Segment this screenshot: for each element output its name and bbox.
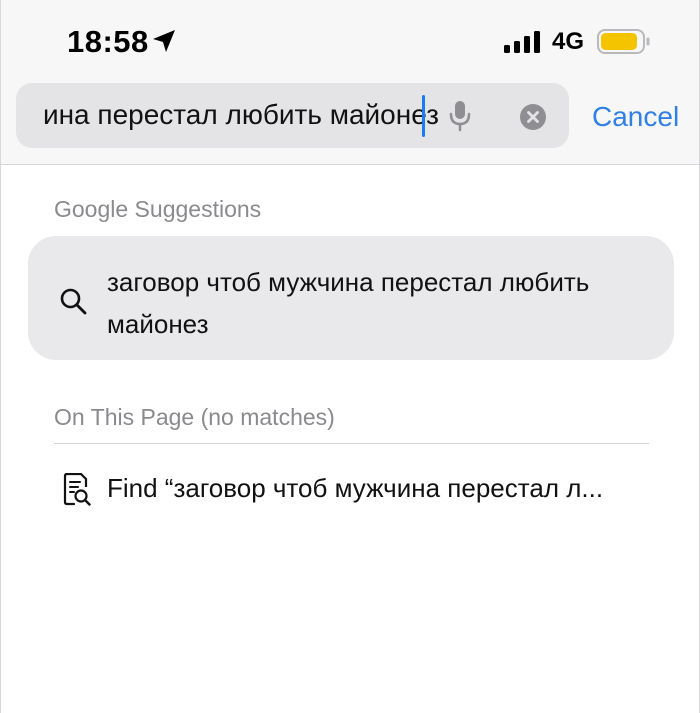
search-input[interactable]: ина перестал любить майонез (16, 83, 569, 148)
search-icon (60, 288, 87, 315)
status-time: 18:58 (67, 24, 149, 59)
status-bar: 18:58 4G (1, 0, 699, 75)
find-in-page-icon (63, 473, 91, 506)
clear-icon[interactable] (519, 103, 547, 131)
top-chrome: 18:58 4G ина перестал любить майонез Can… (1, 0, 699, 165)
suggestion-item[interactable]: заговор чтоб мужчина перестал любить май… (28, 236, 674, 360)
battery-icon (597, 29, 650, 54)
suggestion-text: заговор чтоб мужчина перестал любить май… (107, 267, 590, 339)
network-type-label: 4G (552, 28, 585, 55)
on-this-page-header: On This Page (no matches) (54, 404, 335, 430)
google-suggestions-header: Google Suggestions (54, 196, 262, 222)
location-arrow-icon (153, 30, 175, 52)
section-divider (54, 443, 649, 444)
battery-level-fill (601, 33, 637, 50)
find-on-page-button[interactable]: Find “заговор чтоб мужчина перестал л... (28, 464, 674, 516)
search-query-text[interactable]: ина перестал любить майонез (43, 99, 439, 131)
safari-search-screen: 18:58 4G ина перестал любить майонез Can… (0, 0, 700, 713)
search-text-viewport: ина перестал любить майонез (16, 83, 441, 148)
signal-bars-icon (504, 31, 540, 53)
text-caret (422, 95, 425, 137)
find-on-page-label: Find “заговор чтоб мужчина перестал л... (107, 473, 604, 503)
cancel-button[interactable]: Cancel (592, 101, 679, 133)
microphone-icon[interactable] (449, 100, 471, 132)
